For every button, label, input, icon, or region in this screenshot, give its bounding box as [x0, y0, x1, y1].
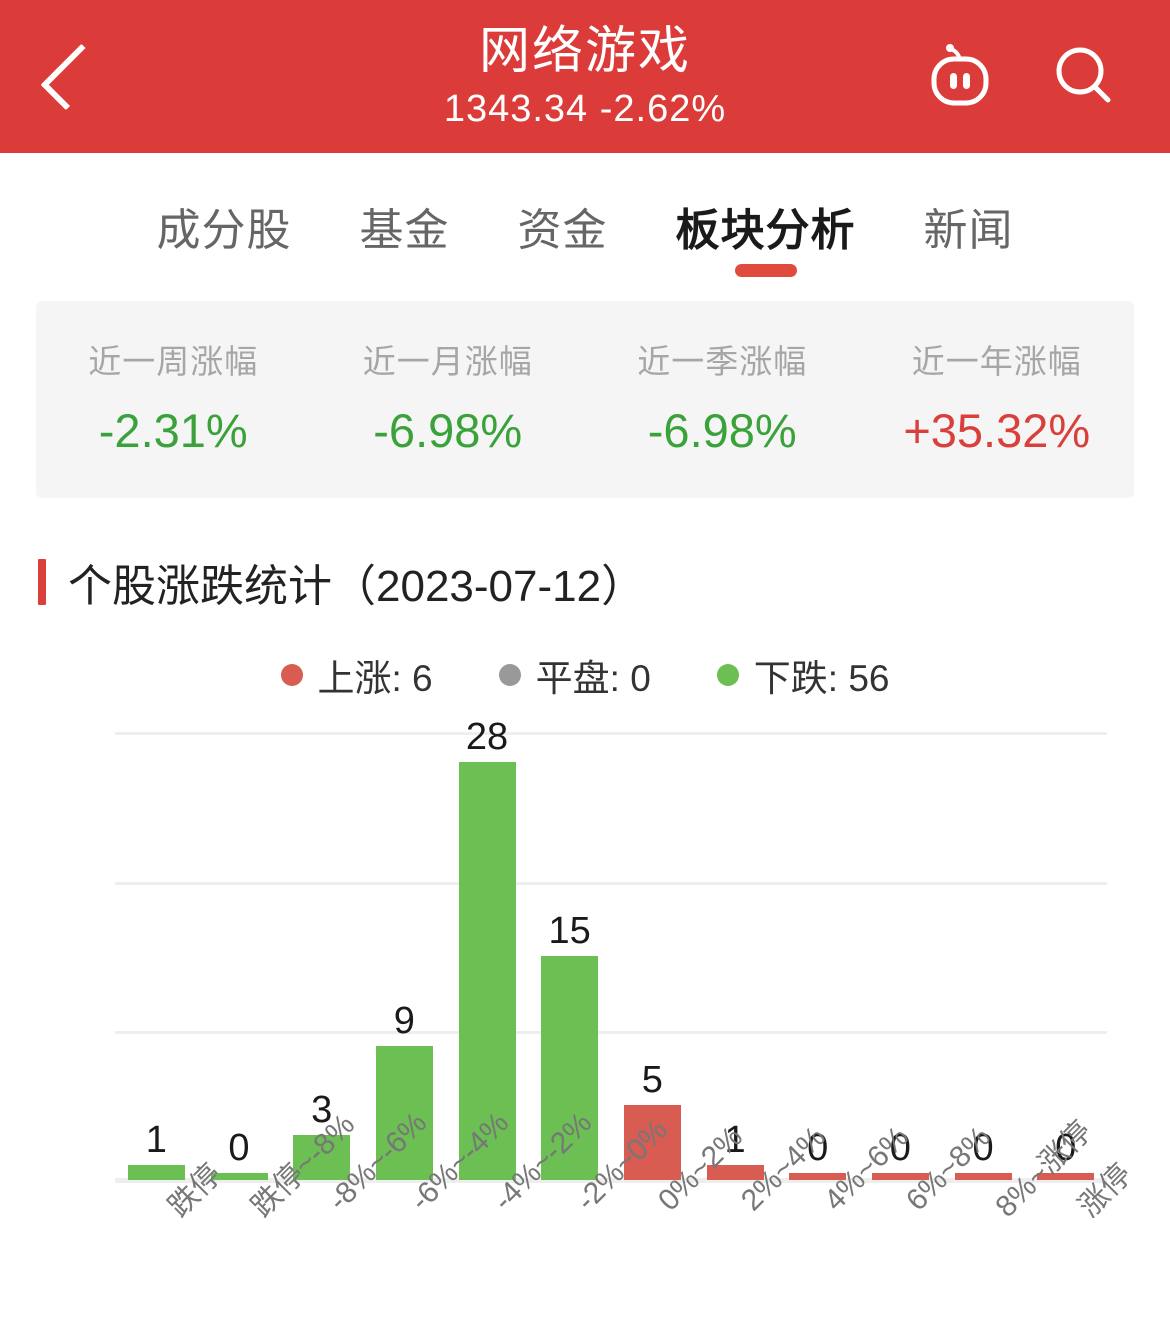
tab-capital[interactable]: 资金 [484, 157, 642, 295]
bar-slot[interactable]: 5 [611, 710, 694, 1180]
tab-label: 资金 [517, 206, 608, 255]
legend-label: 平盘: 0 [535, 658, 651, 699]
bar-slot[interactable]: 0 [776, 710, 859, 1180]
stat-quarter: 近一季涨幅 -6.98% [585, 335, 860, 458]
legend-label: 下跌: 56 [753, 658, 890, 699]
stat-value: +35.32% [903, 404, 1091, 457]
chevron-left-icon [40, 43, 107, 110]
section-heading: 个股涨跌统计（2023-07-12） [0, 498, 1170, 614]
chart-plot-area: 0102030 10392815510000 [115, 710, 1107, 1183]
stat-week: 近一周涨幅 -2.31% [36, 335, 311, 458]
x-label-slot: -2%~0% [528, 1113, 674, 1328]
x-label-slot: 跌停 [115, 1158, 229, 1328]
app-header: 网络游戏 1343.34 -2.62% [0, 0, 1170, 153]
header-center: 网络游戏 1343.34 -2.62% [444, 25, 726, 128]
stat-value: -2.31% [98, 404, 248, 457]
x-label-slot: -8%~-6% [280, 1106, 433, 1328]
active-tab-indicator [734, 264, 797, 277]
x-label-slot: 0%~2% [611, 1120, 749, 1328]
chart-bars: 1 0 3 9 28 15 5 1 0 0 0 0 [115, 710, 1107, 1180]
bar-value-label: 0 [228, 1127, 250, 1169]
x-label-slot: 6%~8% [859, 1120, 997, 1328]
index-quote: 1343.34 -2.62% [443, 88, 727, 130]
header-actions [924, 41, 1120, 113]
performance-stats-panel: 近一周涨幅 -2.31% 近一月涨幅 -6.98% 近一季涨幅 -6.98% 近… [36, 301, 1134, 498]
legend-item-down[interactable]: 下跌: 56 [716, 648, 890, 702]
x-label-slot: -6%~-4% [363, 1106, 515, 1328]
legend-dot-flat [498, 664, 521, 686]
search-icon [1056, 47, 1111, 102]
legend-dot-down [716, 664, 739, 686]
x-label-slot: -4%~-2% [446, 1106, 598, 1328]
legend-label: 上涨: 6 [317, 658, 433, 699]
bar-slot[interactable]: 1 [694, 710, 777, 1180]
stock-distribution-chart: 上涨: 6 平盘: 0 下跌: 56 0102030 1039281551000… [0, 648, 1170, 1338]
tab-label: 成分股 [156, 206, 292, 255]
tab-news[interactable]: 新闻 [890, 157, 1048, 295]
tab-label: 新闻 [923, 206, 1014, 255]
bar-slot[interactable]: 0 [942, 710, 1025, 1180]
tab-label: 基金 [359, 206, 450, 255]
bar-value-label: 1 [145, 1119, 167, 1162]
stat-label: 近一季涨幅 [637, 343, 808, 380]
x-label-slot: 2%~4% [694, 1120, 832, 1328]
bar-value-label: 5 [641, 1059, 663, 1102]
section-title-text: 个股涨跌统计（2023-07-12） [68, 562, 646, 611]
bar-slot[interactable]: 9 [363, 710, 446, 1180]
robot-assistant-button[interactable] [924, 41, 996, 113]
tab-sector-analysis[interactable]: 板块分析 [642, 157, 890, 295]
chart-x-axis-labels: 跌停 跌停~-8% -8%~-6% -6%~-4% -4%~-2% -2%~0% 0%~2%… [115, 1106, 1138, 1328]
legend-item-flat[interactable]: 平盘: 0 [498, 648, 651, 702]
x-label-slot: 涨停 [1024, 1158, 1138, 1328]
stat-label: 近一周涨幅 [88, 343, 259, 380]
search-button[interactable] [1048, 41, 1120, 113]
bar-slot[interactable]: 0 [198, 710, 281, 1180]
tab-bar: 成分股 基金 资金 板块分析 新闻 [0, 153, 1170, 295]
stat-label: 近一月涨幅 [362, 343, 533, 380]
bar-slot[interactable]: 1 [115, 710, 198, 1180]
robot-icon [931, 43, 989, 105]
page-title: 网络游戏 [478, 22, 691, 79]
section-accent-bar [38, 559, 46, 605]
back-button[interactable] [38, 42, 107, 112]
tab-funds[interactable]: 基金 [326, 157, 484, 295]
tab-constituent-stocks[interactable]: 成分股 [123, 157, 326, 295]
legend-dot-up [280, 664, 303, 686]
bar-value-label: 15 [548, 910, 591, 953]
bar-value-label: 28 [465, 716, 509, 759]
stats-section: 近一周涨幅 -2.31% 近一月涨幅 -6.98% 近一季涨幅 -6.98% 近… [0, 295, 1170, 498]
stat-month: 近一月涨幅 -6.98% [311, 335, 586, 458]
bar-slot[interactable]: 0 [859, 710, 942, 1180]
stat-year: 近一年涨幅 +35.32% [860, 335, 1135, 458]
tab-label: 板块分析 [675, 206, 856, 255]
legend-item-up[interactable]: 上涨: 6 [280, 648, 433, 702]
x-label-slot: 4%~6% [776, 1120, 915, 1328]
stat-label: 近一年涨幅 [911, 343, 1082, 380]
bar-value-label: 9 [393, 999, 415, 1042]
chart-legend: 上涨: 6 平盘: 0 下跌: 56 [0, 648, 1170, 702]
stat-value: -6.98% [647, 404, 797, 457]
x-label-slot: 跌停~-8% [198, 1108, 361, 1328]
x-label-slot: 8%~涨停 [942, 1115, 1098, 1328]
stat-value: -6.98% [373, 404, 523, 457]
